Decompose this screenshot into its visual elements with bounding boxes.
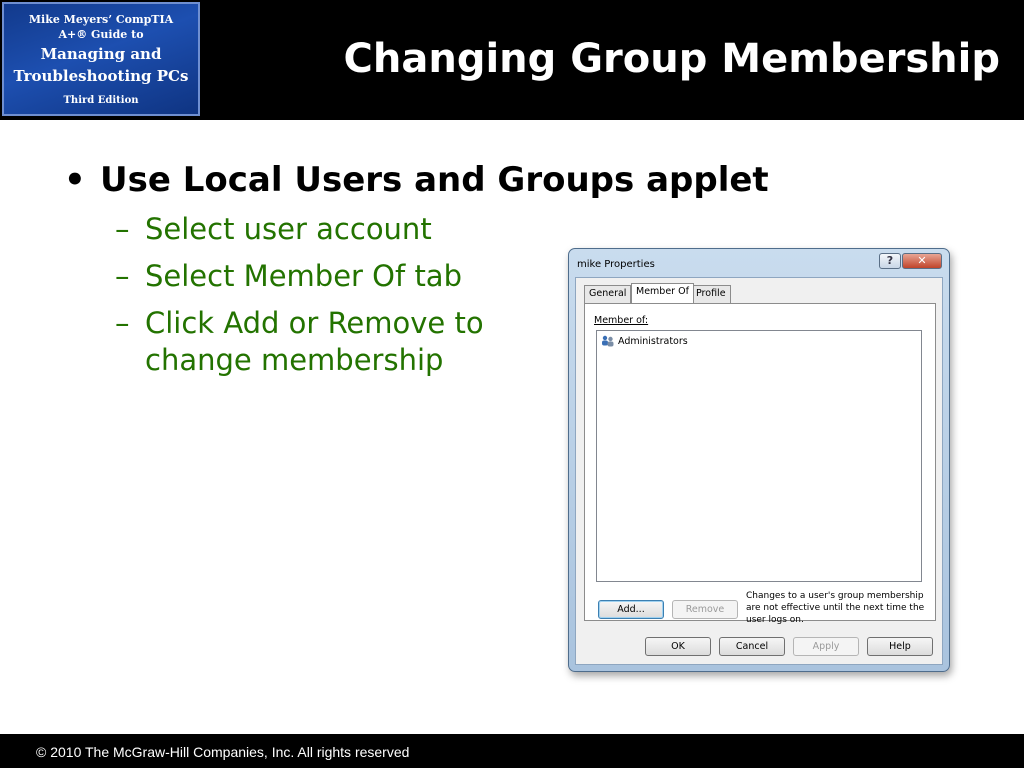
membership-note: Changes to a user's group membership are…: [746, 591, 925, 625]
close-button[interactable]: ✕: [902, 253, 942, 269]
sub-bullet-text: change membership: [145, 343, 444, 377]
dash-marker: –: [115, 306, 130, 340]
cancel-button[interactable]: Cancel: [719, 637, 785, 656]
remove-button[interactable]: Remove: [672, 600, 738, 619]
dash-marker: –: [115, 259, 130, 293]
slide-header: Mike Meyers’ CompTIA A+® Guide to Managi…: [0, 0, 1024, 120]
slide-title: Changing Group Membership: [343, 36, 1000, 82]
slide-footer: © 2010 The McGraw-Hill Companies, Inc. A…: [0, 734, 1024, 768]
member-of-label: Member of:: [594, 315, 649, 326]
book-line-2: A+® Guide to: [58, 28, 144, 41]
main-bullet: • Use Local Users and Groups applet: [64, 160, 769, 200]
dialog-title: mike Properties: [577, 259, 655, 270]
sub-bullet-text: Click Add or Remove to: [145, 306, 484, 340]
book-line-4: Troubleshooting PCs: [13, 67, 189, 85]
ok-button[interactable]: OK: [645, 637, 711, 656]
book-line-1: Mike Meyers’ CompTIA: [28, 13, 174, 26]
list-item[interactable]: Administrators: [601, 335, 688, 347]
member-of-list[interactable]: Administrators: [596, 330, 922, 582]
tab-profile[interactable]: Profile: [691, 285, 731, 303]
group-icon: [601, 335, 615, 347]
book-edition: Third Edition: [63, 95, 139, 106]
sub-bullet-continuation: change membership: [145, 342, 443, 379]
sub-bullet-text: Select Member Of tab: [145, 259, 462, 293]
properties-dialog: mike Properties ? ✕ General Member Of Pr…: [568, 248, 950, 672]
help-title-button[interactable]: ?: [879, 253, 901, 269]
dialog-body: General Member Of Profile Member of: Adm…: [575, 277, 943, 665]
dash-marker: –: [115, 212, 130, 246]
sub-bullet-text: Select user account: [145, 212, 432, 246]
book-cover-logo: Mike Meyers’ CompTIA A+® Guide to Managi…: [2, 2, 200, 116]
group-name: Administrators: [618, 335, 688, 347]
sub-bullet: – Click Add or Remove to: [115, 305, 484, 342]
sub-bullet: – Select user account: [115, 211, 432, 248]
add-button[interactable]: Add...: [598, 600, 664, 619]
apply-button[interactable]: Apply: [793, 637, 859, 656]
book-line-3: Managing and: [40, 45, 162, 63]
tab-general[interactable]: General: [584, 285, 632, 303]
tab-member-of[interactable]: Member Of: [631, 283, 694, 303]
help-button[interactable]: Help: [867, 637, 933, 656]
bullet-marker: •: [64, 160, 86, 200]
sub-bullet: – Select Member Of tab: [115, 258, 462, 295]
copyright-text: © 2010 The McGraw-Hill Companies, Inc. A…: [36, 744, 410, 760]
main-bullet-text: Use Local Users and Groups applet: [100, 160, 769, 200]
